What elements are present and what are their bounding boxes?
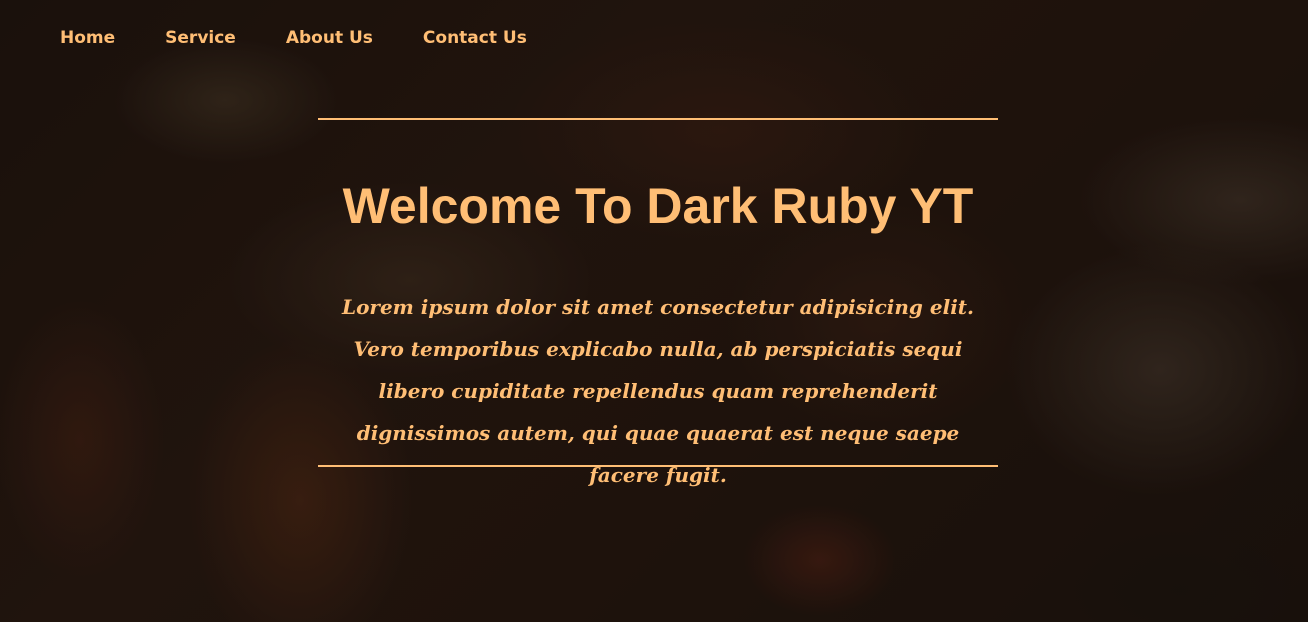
hero-title: Welcome To Dark Ruby YT — [342, 178, 974, 234]
hero-description: Lorem ipsum dolor sit amet consectetur a… — [342, 295, 974, 487]
main-nav: Home Service About Us Contact Us — [60, 28, 527, 48]
hero-section: Welcome To Dark Ruby YT Lorem ipsum dolo… — [318, 118, 998, 487]
nav-contact-us-link[interactable]: Contact Us — [423, 28, 527, 48]
nav-service-link[interactable]: Service — [165, 28, 236, 48]
nav-home-link[interactable]: Home — [60, 28, 115, 48]
nav-about-us-link[interactable]: About Us — [286, 28, 373, 48]
